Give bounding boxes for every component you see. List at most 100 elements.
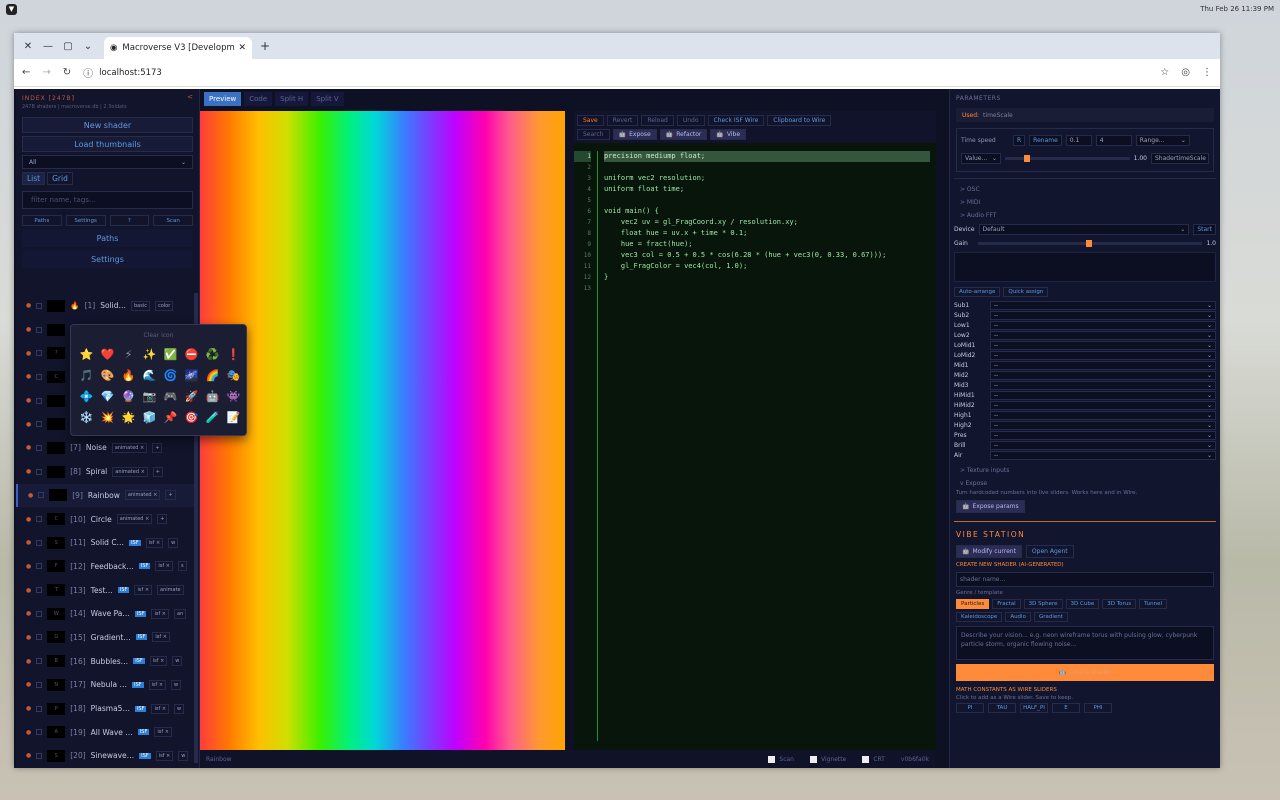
shader-emoji-icon[interactable]: 🔥: [70, 301, 79, 310]
list-item[interactable]: ● B [16] Bubbles… ISF isf × w: [16, 649, 196, 673]
check-isf-wire-button[interactable]: Check ISF Wire: [707, 115, 765, 126]
expose-button[interactable]: 🤖 Expose: [612, 129, 657, 140]
tag-chip[interactable]: s: [177, 561, 187, 572]
settings-button[interactable]: Settings: [22, 250, 193, 268]
range-select[interactable]: Range... ⌄: [1135, 134, 1190, 146]
filter-input[interactable]: filter name, tags...: [22, 191, 193, 209]
tag-chip[interactable]: isf ×: [151, 703, 170, 714]
code-line[interactable]: vec3 col = 0.5 + 0.5 * cos(6.28 * (hue +…: [604, 250, 930, 261]
undo-button[interactable]: Undo: [676, 115, 705, 126]
list-item[interactable]: ● [7] Noise animated × +: [16, 436, 196, 460]
list-item[interactable]: ● N [17] Nebula … ISF isf × w: [16, 673, 196, 697]
select-checkbox[interactable]: [36, 326, 43, 333]
select-checkbox[interactable]: [36, 705, 43, 712]
tag-chip[interactable]: animated ×: [116, 514, 153, 525]
emoji-option[interactable]: 🧊: [139, 407, 160, 428]
emoji-option[interactable]: ⚡: [118, 344, 139, 365]
device-select[interactable]: Default ⌄: [978, 223, 1190, 235]
tag-chip[interactable]: w: [174, 703, 185, 714]
emoji-option[interactable]: 📝: [223, 407, 244, 428]
emoji-option[interactable]: 📷: [139, 386, 160, 407]
grid-view-button[interactable]: Grid: [47, 172, 73, 185]
tag-chip[interactable]: +: [152, 442, 163, 453]
audio-section-toggle[interactable]: > Audio FFT: [950, 209, 1220, 222]
list-item[interactable]: ● 🔥 [1] Solid… basic color: [16, 294, 196, 318]
select-checkbox[interactable]: [36, 610, 43, 617]
list-item[interactable]: ● S [20] Sinewave… ISF isf × w: [16, 744, 196, 768]
emoji-option[interactable]: 🌈: [202, 365, 223, 386]
emoji-option[interactable]: ⛔: [181, 344, 202, 365]
code-line[interactable]: uniform float time;: [604, 184, 930, 195]
shader-name-input[interactable]: shader name...: [956, 572, 1214, 587]
new-tab-icon[interactable]: +: [260, 39, 270, 53]
close-window-icon[interactable]: ✕: [18, 41, 38, 52]
tab-close-icon[interactable]: ✕: [238, 43, 246, 53]
emoji-option[interactable]: 🎯: [181, 407, 202, 428]
band-assign-select[interactable]: -- ⌄: [990, 430, 1216, 440]
emoji-option[interactable]: 🌊: [139, 365, 160, 386]
shader-param-field[interactable]: ShadertimeScale: [1151, 152, 1209, 164]
code-line[interactable]: uniform vec2 resolution;: [604, 173, 930, 184]
emoji-option[interactable]: ❗: [223, 344, 244, 365]
tag-chip[interactable]: isf ×: [155, 561, 173, 572]
tag-chip[interactable]: color: [154, 300, 174, 311]
slider-thumb[interactable]: [1023, 154, 1030, 162]
tag-chip[interactable]: animated ×: [111, 442, 148, 453]
minimize-icon[interactable]: —: [38, 41, 58, 52]
code-line[interactable]: hue = fract(hue);: [604, 239, 930, 250]
vignette-toggle[interactable]: Vignette: [809, 755, 846, 763]
code-line[interactable]: float hue = uv.x + time * 0.1;: [604, 228, 930, 239]
value-slider[interactable]: [1005, 154, 1130, 162]
load-thumbnails-button[interactable]: Load thumbnails: [22, 136, 193, 152]
midi-section-toggle[interactable]: > MIDI: [950, 196, 1220, 209]
list-item[interactable]: ● G [15] Gradient… ISF isf ×: [16, 626, 196, 650]
vision-textarea[interactable]: Describe your vision... e.g. neon wirefr…: [956, 626, 1214, 660]
refactor-button[interactable]: 🤖 Refactor: [659, 129, 708, 140]
list-view-button[interactable]: List: [22, 172, 46, 185]
constant-button[interactable]: HALF_PI: [1020, 703, 1048, 713]
emoji-option[interactable]: 💥: [97, 407, 118, 428]
scan-button[interactable]: Scan: [153, 215, 193, 226]
band-assign-select[interactable]: -- ⌄: [990, 390, 1216, 400]
select-checkbox[interactable]: [36, 302, 43, 309]
tag-chip[interactable]: isf ×: [155, 750, 174, 761]
emoji-option[interactable]: 🤖: [202, 386, 223, 407]
emoji-option[interactable]: 🌀: [160, 365, 181, 386]
min-field[interactable]: 0.1: [1065, 134, 1092, 146]
search-button[interactable]: Search: [577, 129, 610, 140]
select-checkbox[interactable]: [36, 563, 43, 570]
code-line[interactable]: precision mediump float;: [604, 151, 930, 162]
tag-chip[interactable]: w: [171, 679, 182, 690]
list-item[interactable]: ● W [14] Wave Pa… ISF isf × an: [16, 602, 196, 626]
select-checkbox[interactable]: [36, 444, 43, 451]
band-assign-select[interactable]: -- ⌄: [990, 360, 1216, 370]
select-checkbox[interactable]: [36, 373, 43, 380]
profile-icon[interactable]: ◎: [1181, 67, 1190, 78]
tag-chip[interactable]: animate: [157, 585, 184, 596]
list-item[interactable]: ● [9] Rainbow animated × +: [16, 483, 196, 508]
select-checkbox[interactable]: [36, 729, 43, 736]
paths-small-button[interactable]: Paths: [22, 215, 62, 226]
select-checkbox[interactable]: [36, 350, 43, 357]
code-area[interactable]: 1 2 3 4 5 6 7 8 9 10 11 12 13 precision mediump floa…: [574, 151, 936, 741]
emoji-option[interactable]: ⭐: [76, 344, 97, 365]
back-icon[interactable]: ←: [22, 67, 30, 78]
code-lines[interactable]: precision mediump float; uniform vec2 res…: [604, 151, 930, 294]
tag-chip[interactable]: +: [157, 514, 168, 525]
texture-inputs-toggle[interactable]: > Texture inputs: [950, 464, 1220, 477]
band-assign-select[interactable]: -- ⌄: [990, 370, 1216, 380]
tag-chip[interactable]: isf ×: [148, 679, 167, 690]
select-checkbox[interactable]: [36, 539, 43, 546]
constant-button[interactable]: E: [1052, 703, 1080, 713]
code-line[interactable]: void main() {: [604, 206, 930, 217]
tab-list-chevron-icon[interactable]: ⌄: [78, 41, 98, 52]
select-checkbox[interactable]: [36, 421, 43, 428]
rename-button[interactable]: Rename: [1029, 134, 1062, 146]
tab-preview[interactable]: Preview: [204, 92, 242, 106]
tag-chip[interactable]: isf ×: [149, 656, 168, 667]
code-line[interactable]: gl_FragColor = vec4(col, 1.0);: [604, 261, 930, 272]
band-assign-select[interactable]: -- ⌄: [990, 440, 1216, 450]
maximize-icon[interactable]: ▢: [58, 41, 78, 52]
tag-chip[interactable]: isf ×: [134, 585, 153, 596]
emoji-option[interactable]: ❤️: [97, 344, 118, 365]
